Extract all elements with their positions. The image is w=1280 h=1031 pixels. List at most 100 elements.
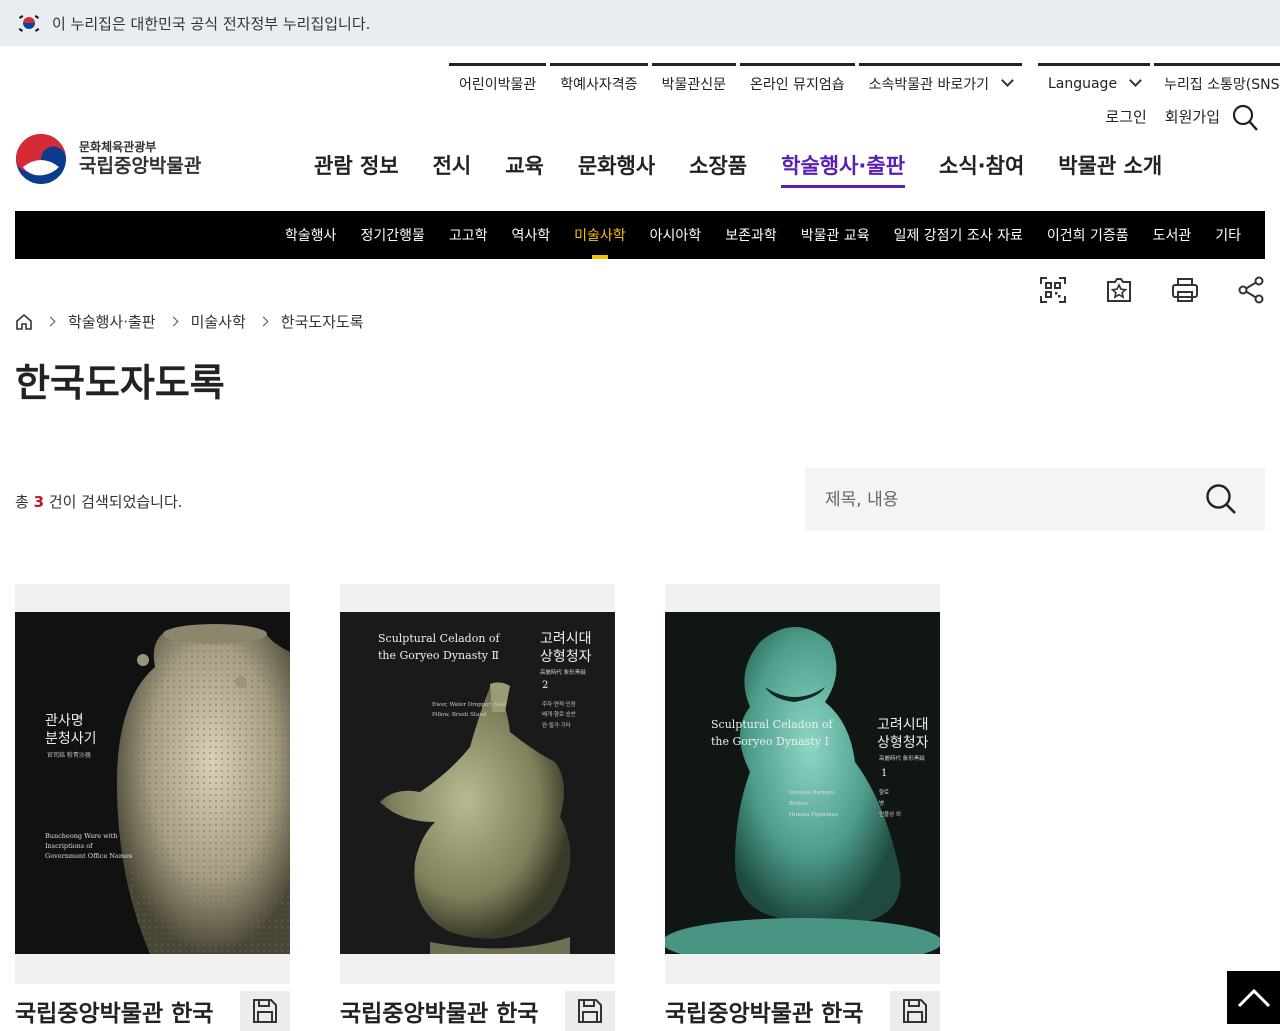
- logo-ministry: 문화체육관광부: [79, 140, 157, 155]
- cover-english: Sculptural Celadon of the Goryeo Dynasty…: [378, 632, 500, 663]
- download-button[interactable]: [890, 991, 940, 1031]
- result-suffix: 건이 검색되었습니다.: [48, 493, 183, 511]
- chevron-right-icon: [168, 316, 179, 327]
- cover-title: 고려시대 상형청자: [540, 631, 592, 666]
- breadcrumb-item[interactable]: 미술사학: [191, 311, 246, 332]
- logo-name: 국립중앙박물관: [79, 154, 202, 177]
- utility-nav: 어린이박물관 학예사자격증 박물관신문 온라인 뮤지엄숍 소속박물관 바로가기 …: [449, 62, 1280, 102]
- result-count: 총 3 건이 검색되었습니다.: [15, 491, 183, 512]
- result-number: 3: [33, 493, 45, 511]
- search-icon[interactable]: [1232, 104, 1258, 132]
- cover-hanja: 高麗時代 象形靑磁: [879, 756, 925, 762]
- breadcrumb: 학술행사·출판 미술사학 한국도자도록: [15, 311, 364, 332]
- util-link-kids[interactable]: 어린이박물관: [449, 63, 547, 101]
- gnb-events[interactable]: 문화행사: [561, 150, 672, 188]
- subnav-item-active[interactable]: 미술사학: [574, 211, 626, 259]
- celadon-lion-image: [665, 627, 940, 954]
- util-link-curator[interactable]: 학예사자격증: [550, 63, 648, 101]
- buncheong-jar-image: [116, 624, 290, 954]
- language-dropdown[interactable]: Language: [1037, 63, 1151, 101]
- subnav-item[interactable]: 정기간행물: [360, 211, 424, 259]
- cover-subjects-ko: 향로 병 인물상 외: [879, 790, 901, 818]
- search-input[interactable]: [825, 489, 1185, 510]
- result-prefix: 총: [15, 493, 29, 511]
- gnb-visit[interactable]: 관람 정보: [297, 150, 416, 188]
- download-button[interactable]: [565, 991, 615, 1031]
- chevron-right-icon: [45, 316, 56, 327]
- save-icon: [903, 999, 927, 1023]
- gov-banner-text: 이 누리집은 대한민국 공식 전자정부 누리집입니다.: [52, 14, 371, 33]
- gnb-collection[interactable]: 소장품: [672, 150, 764, 188]
- sns-dropdown[interactable]: 누리집 소통망(SNS): [1154, 63, 1280, 101]
- catalog-title[interactable]: 국립중앙박물관 한국: [15, 994, 225, 1028]
- breadcrumb-item-current: 한국도자도록: [280, 313, 364, 331]
- save-icon: [578, 999, 602, 1023]
- subnav-item[interactable]: 박물관 교육: [801, 211, 870, 259]
- cover-volume: 1: [881, 768, 888, 779]
- login-link[interactable]: 로그인: [1105, 106, 1146, 127]
- chevron-down-icon: [1001, 74, 1014, 87]
- signup-link[interactable]: 회원가입: [1165, 106, 1220, 127]
- korea-flag-icon: [18, 12, 40, 34]
- search-button-icon[interactable]: [1205, 483, 1237, 515]
- download-button[interactable]: [240, 991, 290, 1031]
- catalog-cover-image[interactable]: 관사명 분청사기 官司銘 粉靑沙器 Buncheong Ware with In…: [15, 612, 290, 954]
- museum-logo[interactable]: 문화체육관광부 국립중앙박물관: [15, 133, 201, 185]
- subnav-item[interactable]: 고고학: [449, 211, 488, 259]
- share-icon[interactable]: [1237, 276, 1265, 304]
- taegeuk-logo-icon: [15, 133, 67, 185]
- save-icon: [253, 999, 277, 1023]
- catalog-card[interactable]: Sculptural Celadon of the Goryeo Dynasty…: [665, 584, 940, 1031]
- util-link-shop[interactable]: 온라인 뮤지엄숍: [739, 63, 855, 101]
- catalog-cover-frame: 관사명 분청사기 官司銘 粉靑沙器 Buncheong Ware with In…: [15, 584, 290, 984]
- subnav-item[interactable]: 이건희 기증품: [1047, 211, 1129, 259]
- gnb-exhibition[interactable]: 전시: [416, 150, 489, 188]
- chevron-right-icon: [258, 316, 269, 327]
- gnb-about[interactable]: 박물관 소개: [1041, 150, 1179, 188]
- home-icon[interactable]: [15, 313, 33, 331]
- print-icon[interactable]: [1171, 276, 1199, 304]
- subnav-item[interactable]: 도서관: [1153, 211, 1192, 259]
- subnav-item[interactable]: 역사학: [511, 211, 550, 259]
- catalog-title[interactable]: 국립중앙박물관 한국: [340, 994, 550, 1028]
- chevron-up-icon: [1237, 988, 1270, 1007]
- qr-code-icon[interactable]: [1039, 276, 1067, 304]
- sub-nav: 학술행사 정기간행물 고고학 역사학 미술사학 아시아학 보존과학 박물관 교육…: [15, 211, 1265, 259]
- gnb-education[interactable]: 교육: [488, 150, 561, 188]
- catalog-card[interactable]: Sculptural Celadon of the Goryeo Dynasty…: [340, 584, 615, 1031]
- gnb-news[interactable]: 소식·참여: [922, 150, 1041, 188]
- cover-english: Sculptural Celadon of the Goryeo Dynasty…: [711, 718, 833, 749]
- cover-english: Buncheong Ware with Inscriptions of Gove…: [45, 832, 133, 860]
- cover-title: 고려시대 상형청자: [877, 717, 929, 752]
- sns-label: 누리집 소통망(SNS): [1164, 76, 1280, 93]
- breadcrumb-item[interactable]: 학술행사·출판: [68, 311, 156, 332]
- cover-subjects-en: Ewer, Water Dropper, Seal Pillow, Brush …: [432, 702, 507, 719]
- chevron-down-icon: [1129, 74, 1142, 87]
- cover-subjects-en: Incense Burners Bottles Human Figurines: [789, 790, 838, 818]
- search-box: [805, 468, 1265, 531]
- subnav-item[interactable]: 보존과학: [725, 211, 777, 259]
- catalog-card[interactable]: 관사명 분청사기 官司銘 粉靑沙器 Buncheong Ware with In…: [15, 584, 290, 1031]
- affiliated-museums-dropdown[interactable]: 소속박물관 바로가기: [858, 63, 1022, 101]
- cover-hanja: 官司銘 粉靑沙器: [47, 752, 91, 759]
- language-label: Language: [1047, 75, 1118, 92]
- scroll-top-button[interactable]: [1227, 971, 1280, 1024]
- catalog-cover-image[interactable]: Sculptural Celadon of the Goryeo Dynasty…: [340, 612, 615, 954]
- main-nav: 관람 정보 전시 교육 문화행사 소장품 학술행사·출판 소식·참여 박물관 소…: [297, 150, 1179, 188]
- subnav-item[interactable]: 아시아학: [650, 211, 702, 259]
- cover-title: 관사명 분청사기: [45, 713, 97, 748]
- util-link-newspaper[interactable]: 박물관신문: [651, 63, 736, 101]
- affiliated-museums-label: 소속박물관 바로가기: [868, 76, 989, 93]
- subnav-item[interactable]: 학술행사: [285, 211, 337, 259]
- subnav-item[interactable]: 기타: [1215, 211, 1241, 259]
- page-title: 한국도자도록: [15, 361, 225, 405]
- gov-banner: 이 누리집은 대한민국 공식 전자정부 누리집입니다.: [0, 0, 1280, 46]
- catalog-cover-image[interactable]: Sculptural Celadon of the Goryeo Dynasty…: [665, 612, 940, 954]
- catalog-title[interactable]: 국립중앙박물관 한국: [665, 994, 875, 1028]
- bookmark-star-icon[interactable]: [1105, 276, 1133, 304]
- member-links: 로그인 회원가입: [1105, 106, 1220, 127]
- subnav-item[interactable]: 일제 강점기 조사 자료: [894, 211, 1023, 259]
- cover-hanja: 高麗時代 象形靑磁: [540, 670, 586, 676]
- cover-subjects-ko: 주자·연적·인장 베개·향로·승반 완·필가·기타: [542, 702, 576, 729]
- gnb-research-publication[interactable]: 학술행사·출판: [764, 150, 922, 188]
